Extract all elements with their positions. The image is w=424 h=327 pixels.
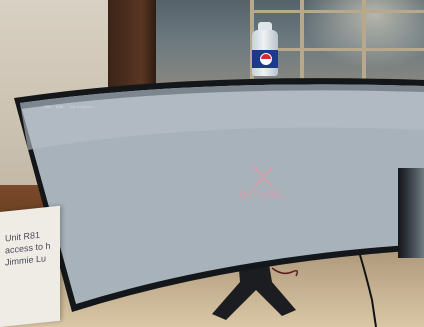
- menu-item-app[interactable]: •••• •• •••••••• •: [70, 104, 94, 109]
- menu-item-edit[interactable]: Edit: [56, 104, 63, 109]
- paper-sign-line: Jimmie Lu: [5, 253, 47, 268]
- cable: [271, 267, 299, 277]
- close-x-icon: [252, 165, 274, 189]
- curved-monitor: [14, 78, 424, 327]
- cable: [359, 254, 377, 327]
- photo-scene: File Edit •••• •• •••••••• • OFFLINE Uni…: [0, 0, 424, 327]
- paper-sign: Unit R81 access to h Jimmie Lu: [0, 205, 60, 327]
- menu-item-file[interactable]: File: [44, 104, 50, 109]
- offline-status-text: OFFLINE: [239, 190, 285, 201]
- menubar: File Edit •••• •• •••••••• •: [34, 104, 234, 112]
- second-monitor-edge: [398, 168, 424, 258]
